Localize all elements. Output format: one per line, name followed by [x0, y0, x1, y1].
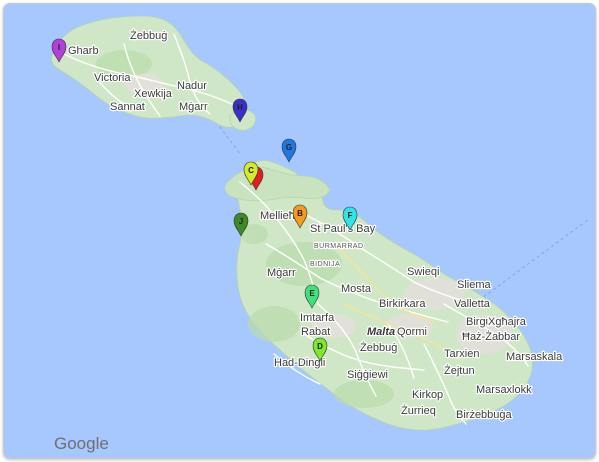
svg-text:B: B [297, 209, 303, 218]
label-zurrieq: Żurrieq [401, 404, 436, 417]
map-canvas[interactable]: Gharb Żebbuġ Victoria Nadur Xewkija Sann… [4, 4, 595, 458]
label-birzebbuga: Birżebbuġa [456, 409, 513, 421]
svg-text:D: D [317, 342, 323, 351]
label-birkirkara: Birkirkara [379, 298, 426, 310]
label-swieqi: Swieqi [407, 266, 439, 278]
label-marsaxlokk: Marsaxlokk [476, 384, 532, 396]
label-tarxien: Tarxien [444, 348, 479, 360]
label-qormi: Qormi [397, 326, 427, 338]
label-kirkop: Kirkop [412, 389, 443, 401]
label-mgarr-gozo: Mġarr [179, 101, 208, 113]
svg-text:F: F [348, 211, 353, 220]
svg-text:J: J [239, 217, 243, 226]
label-haz-zabbar: Ħaż-Żabbar [462, 330, 520, 343]
label-marsaskala: Marsaskala [506, 351, 563, 363]
label-mosta: Mosta [341, 283, 372, 295]
google-logo[interactable]: Google [54, 434, 109, 453]
label-mgarr: Mġarr [267, 267, 296, 279]
label-rabat: Rabat [301, 326, 330, 338]
label-zebbug: Żebbuġ [360, 341, 397, 354]
svg-text:E: E [309, 289, 315, 298]
label-zebbug-gozo: Żebbuġ [130, 29, 167, 42]
map-frame[interactable]: Gharb Żebbuġ Victoria Nadur Xewkija Sann… [3, 3, 596, 459]
svg-text:G: G [286, 143, 292, 152]
label-sliema: Sliema [457, 279, 492, 291]
label-siggiewi: Siġġiewi [347, 369, 388, 381]
label-imtarfa: Imtarfa [300, 312, 335, 324]
label-burmarrad: BURMARRAD [314, 243, 364, 250]
label-bidnija: BIDNIJA [310, 261, 340, 268]
label-valletta: Valletta [454, 298, 491, 310]
label-victoria: Victoria [94, 72, 131, 84]
svg-text:H: H [237, 103, 243, 112]
svg-text:I: I [58, 43, 60, 52]
label-xewkija: Xewkija [134, 88, 173, 100]
label-xghajra: Xgħajra [488, 316, 527, 328]
label-nadur: Nadur [177, 80, 207, 92]
label-sannat: Sannat [110, 101, 145, 113]
label-st-pauls-bay: St Paul's Bay [310, 223, 376, 235]
label-had-dingli: Had-Dingli [274, 357, 325, 369]
label-zejtun: Żejtun [444, 364, 475, 377]
svg-text:C: C [248, 166, 254, 175]
label-malta: Malta [367, 326, 395, 338]
label-gharb: Gharb [68, 45, 99, 57]
